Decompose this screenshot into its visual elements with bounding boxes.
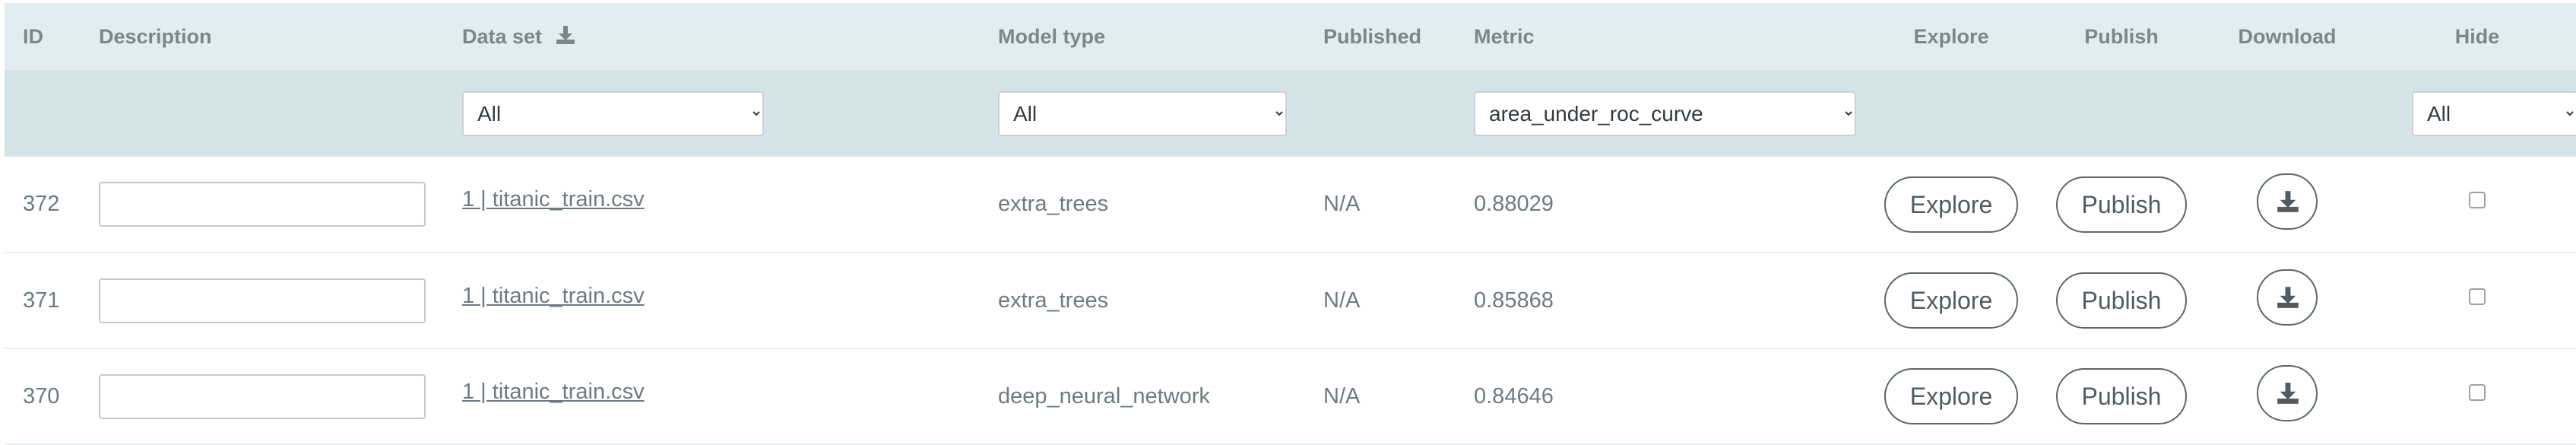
- col-header-description[interactable]: Description: [81, 3, 444, 70]
- explore-button[interactable]: Explore: [1884, 176, 2019, 233]
- data-set-link[interactable]: 1 | titanic_train.csv: [462, 187, 645, 211]
- download-button[interactable]: [2257, 173, 2318, 230]
- model-type-filter-select[interactable]: All: [998, 91, 1287, 136]
- hide-filter-select[interactable]: All: [2412, 91, 2576, 136]
- col-header-data-set[interactable]: Data set: [444, 3, 980, 70]
- description-input[interactable]: [99, 182, 426, 227]
- col-header-publish: Publish: [2084, 24, 2159, 48]
- row-model-type: deep_neural_network: [998, 383, 1210, 408]
- hide-checkbox[interactable]: [2469, 288, 2486, 305]
- models-table: ID Description Data set Model type Publi…: [5, 3, 2576, 445]
- col-header-metric[interactable]: Metric: [1456, 3, 1866, 70]
- description-input[interactable]: [99, 373, 426, 419]
- publish-button[interactable]: Publish: [2055, 176, 2188, 233]
- row-published: N/A: [1323, 288, 1361, 313]
- description-input[interactable]: [99, 278, 426, 323]
- row-published: N/A: [1323, 192, 1361, 216]
- data-set-link[interactable]: 1 | titanic_train.csv: [462, 380, 645, 404]
- hide-checkbox[interactable]: [2469, 383, 2486, 401]
- row-metric-value: 0.88029: [1474, 192, 1554, 216]
- download-icon[interactable]: [556, 25, 575, 45]
- download-button[interactable]: [2257, 269, 2318, 326]
- col-header-download: Download: [2238, 24, 2337, 48]
- row-model-type: extra_trees: [998, 192, 1109, 216]
- col-header-model-type[interactable]: Model type: [980, 3, 1305, 70]
- col-header-published[interactable]: Published: [1305, 3, 1456, 70]
- table-row: 370 1 | titanic_train.csv deep_neural_ne…: [5, 348, 2576, 444]
- metric-select[interactable]: area_under_roc_curve: [1474, 91, 1856, 136]
- publish-button[interactable]: Publish: [2055, 272, 2188, 329]
- hide-checkbox[interactable]: [2469, 192, 2486, 208]
- publish-button[interactable]: Publish: [2055, 368, 2188, 424]
- row-model-type: extra_trees: [998, 288, 1109, 313]
- row-published: N/A: [1323, 383, 1361, 408]
- download-icon: [2277, 383, 2299, 404]
- row-metric-value: 0.84646: [1474, 383, 1554, 408]
- table-row: 371 1 | titanic_train.csv extra_trees N/…: [5, 253, 2576, 348]
- data-set-link[interactable]: 1 | titanic_train.csv: [462, 284, 645, 308]
- filter-row: All All area_under_roc_curve All: [5, 70, 2576, 157]
- row-id: 372: [23, 192, 60, 216]
- row-metric-value: 0.85868: [1474, 288, 1554, 313]
- table-row: 372 1 | titanic_train.csv extra_trees N/…: [5, 157, 2576, 253]
- data-set-filter-select[interactable]: All: [462, 91, 764, 136]
- download-button[interactable]: [2257, 365, 2318, 421]
- row-id: 370: [23, 383, 60, 408]
- col-header-data-set-label: Data set: [462, 24, 543, 48]
- col-header-hide: Hide: [2454, 24, 2500, 48]
- col-header-explore: Explore: [1913, 24, 1989, 48]
- download-icon: [2277, 190, 2299, 212]
- download-icon: [2277, 287, 2299, 308]
- explore-button[interactable]: Explore: [1884, 368, 2019, 424]
- explore-button[interactable]: Explore: [1884, 272, 2019, 329]
- row-id: 371: [23, 288, 60, 313]
- table-header-row: ID Description Data set Model type Publi…: [5, 3, 2576, 70]
- col-header-id[interactable]: ID: [5, 3, 81, 70]
